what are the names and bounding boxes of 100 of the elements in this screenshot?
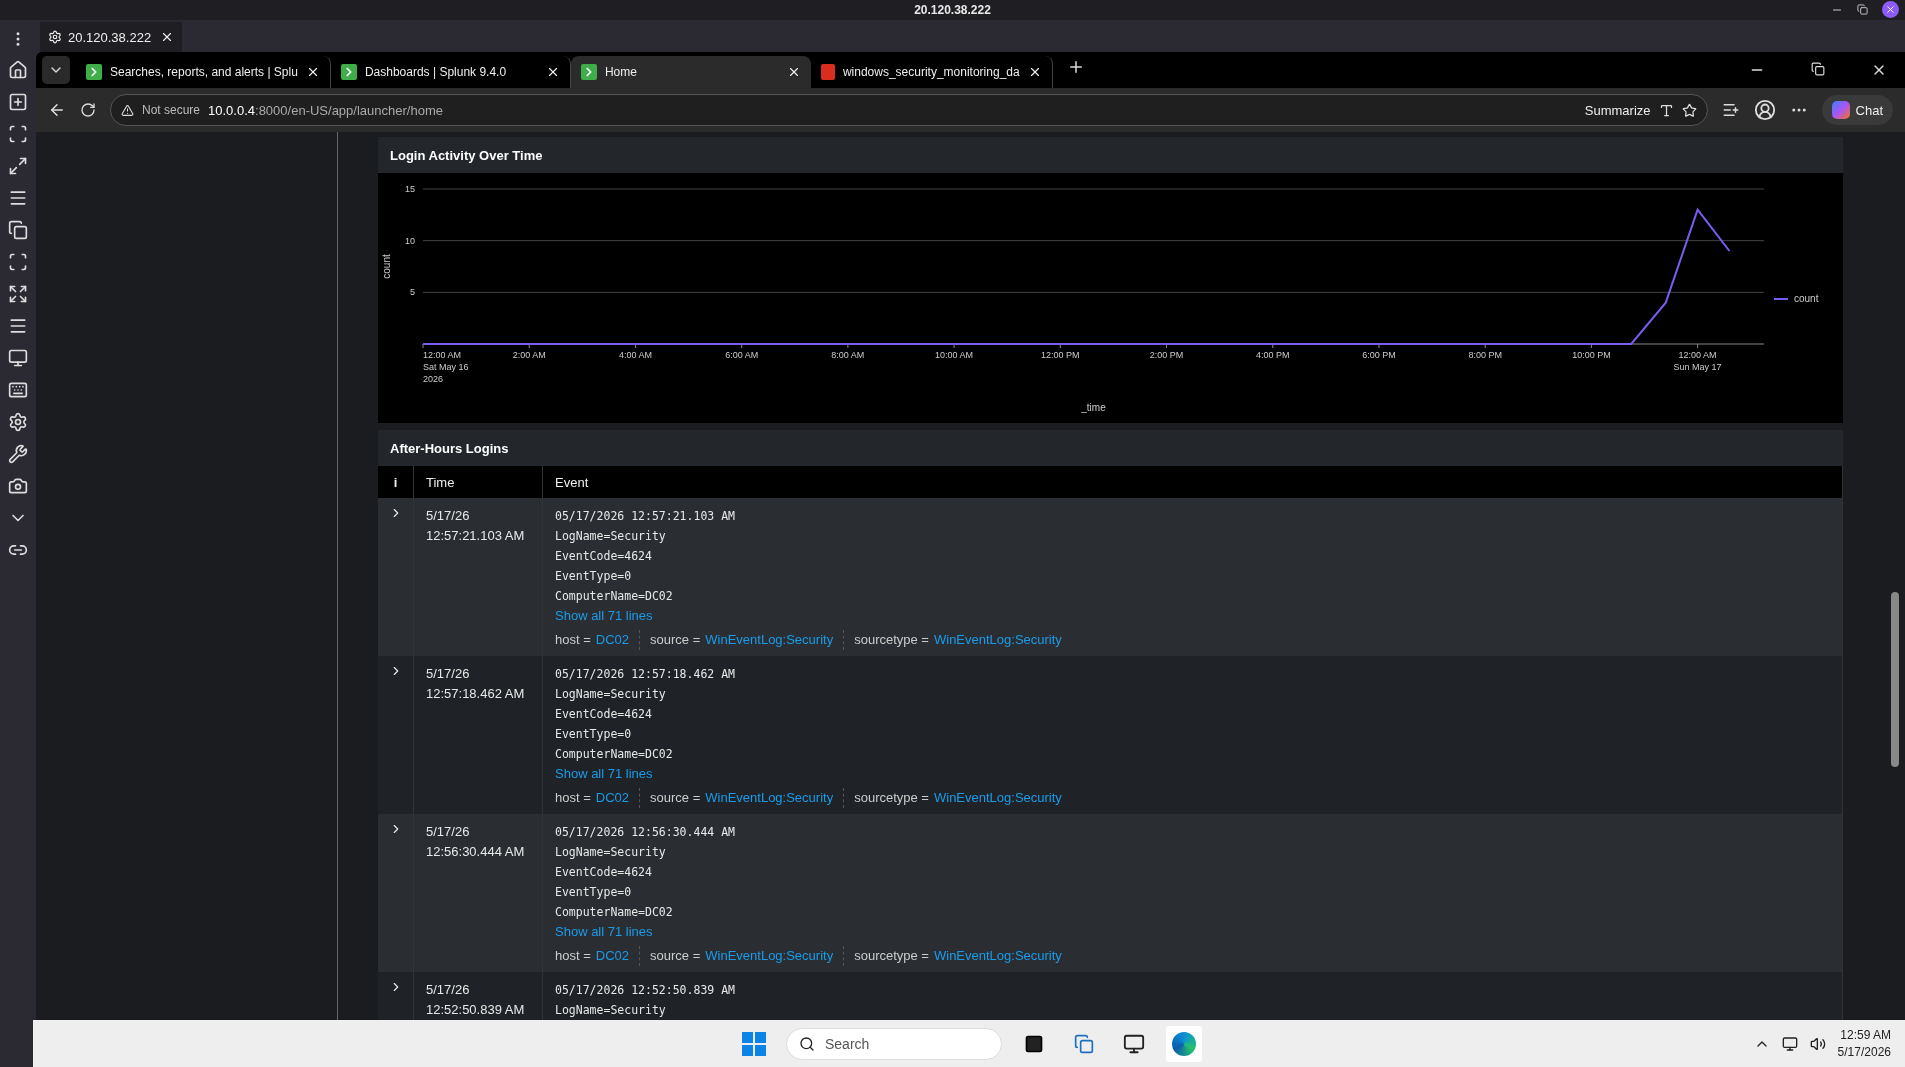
chevron-logo-icon bbox=[340, 64, 357, 80]
event-line: EventCode=4624 bbox=[555, 864, 653, 881]
field-name: source = bbox=[650, 789, 701, 807]
expand-icon[interactable] bbox=[8, 284, 28, 304]
show-all-link[interactable]: Show all 71 lines bbox=[555, 606, 1830, 626]
wrench-icon[interactable] bbox=[8, 444, 28, 464]
restore-icon[interactable] bbox=[1811, 62, 1825, 76]
settings-icon[interactable] bbox=[8, 412, 28, 432]
x-tick-label: 6:00 PM bbox=[1362, 350, 1396, 360]
y-tick-label: 5 bbox=[410, 287, 415, 298]
x-tick-label: 10:00 PM bbox=[1572, 350, 1611, 360]
field-name: sourcetype = bbox=[854, 947, 929, 965]
field-name: sourcetype = bbox=[854, 789, 929, 807]
menu-icon[interactable] bbox=[8, 188, 28, 208]
display-icon[interactable] bbox=[8, 348, 28, 368]
show-all-link[interactable]: Show all 71 lines bbox=[555, 764, 1830, 784]
event-time: 12:52:50.839 AM bbox=[426, 1001, 526, 1019]
keyboard-icon[interactable] bbox=[8, 380, 28, 400]
x-tick-label: 2:00 PM bbox=[1149, 350, 1184, 360]
browser-icon[interactable] bbox=[1166, 1025, 1202, 1062]
warning-icon[interactable] bbox=[121, 103, 134, 117]
event-line: LogName=Security bbox=[555, 686, 667, 703]
field-value-link[interactable]: DC02 bbox=[595, 630, 630, 650]
home-icon[interactable] bbox=[8, 60, 28, 80]
chevron-logo-icon bbox=[86, 64, 102, 80]
field-value-link[interactable]: WinEventLog:Security bbox=[705, 630, 834, 650]
event-date: 5/17/26 bbox=[426, 981, 471, 999]
restore-icon[interactable] bbox=[1857, 4, 1868, 15]
event-line: EventCode=4624 bbox=[555, 706, 653, 723]
event-line: 05/17/2026 12:57:21.103 AM bbox=[555, 508, 736, 525]
event-line: LogName=Security bbox=[555, 844, 667, 861]
x-axis-title: _time bbox=[1081, 402, 1106, 413]
x-tick-label: 12:00 AM Sun May 17 bbox=[1673, 350, 1722, 372]
search-icon[interactable] bbox=[799, 1035, 815, 1052]
event-line: EventCode=4624 bbox=[555, 548, 653, 565]
event-line: ComputerName=DC02 bbox=[555, 588, 674, 605]
event-line: EventType=0 bbox=[555, 726, 633, 743]
camera-icon[interactable] bbox=[8, 476, 28, 496]
add-icon[interactable] bbox=[8, 92, 28, 112]
event-line: EventType=0 bbox=[555, 568, 633, 585]
field-value-link[interactable]: WinEventLog:Security bbox=[933, 630, 1062, 650]
event-date: 5/17/26 bbox=[426, 665, 471, 683]
legend-label: count bbox=[1794, 293, 1819, 304]
field-name: source = bbox=[650, 631, 701, 649]
field-name: host = bbox=[555, 631, 591, 649]
pdf-icon bbox=[820, 64, 835, 80]
favorites-icon[interactable] bbox=[1721, 101, 1740, 119]
reload-icon[interactable] bbox=[80, 102, 96, 118]
taskbar-search[interactable]: Search bbox=[786, 1027, 1002, 1060]
remote-tab[interactable]: 20.120.38.222 bbox=[40, 22, 182, 52]
x-tick-label: 10:00 AM bbox=[935, 350, 974, 360]
event-line: 05/17/2026 12:56:30.444 AM bbox=[555, 824, 736, 841]
panel-title: Login Activity Over Time bbox=[390, 147, 543, 163]
volume-icon[interactable] bbox=[1809, 1035, 1826, 1052]
x-tick-label: 4:00 PM bbox=[1256, 350, 1290, 360]
event-date: 5/17/26 bbox=[426, 507, 471, 525]
clock[interactable]: 12:59 AM 5/17/2026 bbox=[1837, 1026, 1891, 1061]
back-icon[interactable] bbox=[48, 101, 66, 119]
x-tick-label: 6:00 AM bbox=[725, 350, 759, 360]
field-value-link[interactable]: WinEventLog:Security bbox=[705, 946, 834, 966]
event-line: ComputerName=DC02 bbox=[555, 746, 674, 763]
event-time: 12:56:30.444 AM bbox=[426, 843, 526, 861]
field-value-link[interactable]: WinEventLog:Security bbox=[933, 788, 1062, 808]
close-icon[interactable] bbox=[160, 30, 174, 44]
field-value-link[interactable]: DC02 bbox=[595, 946, 630, 966]
event-date: 5/17/26 bbox=[426, 823, 471, 841]
panel-title: After-Hours Logins bbox=[390, 440, 509, 456]
browser-tab[interactable]: Home bbox=[570, 56, 811, 88]
window-title: 20.120.38.222 bbox=[914, 3, 991, 17]
field-name: sourcetype = bbox=[854, 631, 929, 649]
fit-icon[interactable] bbox=[8, 252, 28, 272]
event-time: 12:57:21.103 AM bbox=[426, 527, 526, 545]
chat-button[interactable]: Chat bbox=[1821, 95, 1893, 125]
x-tick-label: 4:00 AM bbox=[618, 350, 652, 360]
event-line: EventType=0 bbox=[555, 884, 633, 901]
show-all-link[interactable]: Show all 71 lines bbox=[555, 922, 1830, 942]
field-value-link[interactable]: DC02 bbox=[595, 788, 630, 808]
field-value-link[interactable]: WinEventLog:Security bbox=[933, 946, 1062, 966]
field-name: host = bbox=[555, 789, 591, 807]
x-tick-label: 2:00 AM bbox=[512, 350, 546, 360]
favorite-icon[interactable] bbox=[1681, 102, 1697, 118]
summarize-button[interactable]: Summarize bbox=[1584, 102, 1651, 118]
menu-icon[interactable] bbox=[8, 316, 28, 336]
field-name: host = bbox=[555, 947, 591, 965]
address-bar[interactable]: Not secure 10.0.0.4:8000/en-US/app/launcher/home Summarize bbox=[110, 94, 1708, 126]
chevron-logo-icon bbox=[580, 64, 597, 80]
x-tick-label: 12:00 PM bbox=[1041, 350, 1080, 360]
x-tick-label: 12:00 AM Sat May 16 2026 bbox=[423, 350, 469, 384]
event-time: 12:57:18.462 AM bbox=[426, 685, 526, 703]
focus-icon[interactable] bbox=[8, 124, 28, 144]
y-tick-label: 10 bbox=[405, 235, 415, 246]
tab-list-button[interactable] bbox=[42, 56, 70, 84]
profile-icon[interactable] bbox=[1753, 99, 1776, 121]
x-tick-label: 8:00 AM bbox=[831, 350, 865, 360]
event-line: LogName=Security bbox=[555, 1002, 667, 1019]
y-tick-label: 15 bbox=[405, 184, 415, 194]
y-axis-title: count bbox=[381, 254, 392, 279]
field-value-link[interactable]: WinEventLog:Security bbox=[705, 788, 834, 808]
event-line: ComputerName=DC02 bbox=[555, 904, 674, 921]
event-line: 05/17/2026 12:52:50.839 AM bbox=[555, 982, 736, 999]
